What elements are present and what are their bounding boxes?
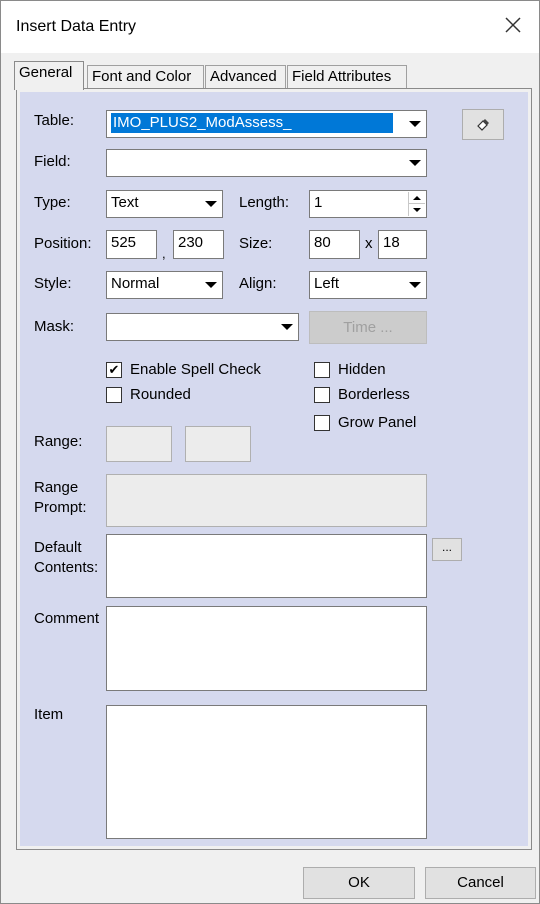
tab-field-attributes[interactable]: Field Attributes [287, 65, 407, 89]
mask-label: Mask: [34, 318, 75, 335]
cancel-button[interactable]: Cancel [425, 867, 536, 899]
align-label: Align: [239, 275, 277, 292]
rounded-checkbox[interactable] [106, 387, 122, 403]
item-list[interactable] [106, 705, 427, 839]
default-contents-label-line2: Contents: [34, 559, 99, 576]
style-label: Style: [34, 275, 72, 292]
time-button[interactable]: Time ... [309, 311, 427, 344]
range-prompt-label-line1: Range [34, 479, 79, 496]
rounded-label: Rounded [130, 386, 191, 403]
size-width-input[interactable]: 80 [309, 230, 360, 259]
position-x-input[interactable]: 525 [106, 230, 157, 259]
table-dropdown[interactable]: IMO_PLUS2_ModAssess_ [106, 110, 427, 138]
table-value: IMO_PLUS2_ModAssess_ [111, 113, 393, 133]
position-label: Position: [34, 235, 92, 252]
size-label: Size: [239, 235, 273, 252]
hidden-checkbox[interactable] [314, 362, 330, 378]
default-contents-input[interactable] [106, 534, 427, 598]
chevron-down-icon[interactable] [277, 315, 297, 339]
style-value: Normal [111, 275, 160, 292]
position-separator: , [162, 246, 166, 261]
table-browse-button[interactable] [462, 109, 504, 140]
title-bar: Insert Data Entry [1, 1, 539, 53]
range-max-input[interactable] [185, 426, 251, 462]
tab-advanced[interactable]: Advanced [205, 65, 286, 89]
position-y-input[interactable]: 230 [173, 230, 224, 259]
chevron-down-icon[interactable] [201, 273, 221, 297]
range-min-input[interactable] [106, 426, 172, 462]
type-value: Text [111, 194, 139, 211]
align-value: Left [314, 275, 340, 292]
field-label: Field: [34, 153, 71, 170]
range-prompt-label-line2: Prompt: [34, 499, 87, 516]
length-label: Length: [239, 194, 290, 211]
table-label: Table: [34, 112, 75, 129]
comment-label: Comment [34, 610, 100, 627]
insert-data-entry-dialog: Insert Data Entry General Font and Color… [0, 0, 540, 904]
spinner-icon[interactable] [408, 192, 425, 216]
spell-check-label: Enable Spell Check [130, 361, 261, 378]
borderless-label: Borderless [338, 386, 410, 403]
eraser-icon [477, 119, 489, 131]
comment-input[interactable] [106, 606, 427, 691]
tab-general[interactable]: General [14, 61, 84, 90]
size-height-input[interactable]: 18 [378, 230, 427, 259]
length-value: 1 [314, 194, 323, 211]
chevron-down-icon[interactable] [405, 273, 425, 297]
close-icon[interactable] [501, 13, 525, 37]
grow-panel-label: Grow Panel [338, 414, 417, 431]
ok-button[interactable]: OK [303, 867, 415, 899]
dialog-title: Insert Data Entry [16, 18, 137, 35]
form-area: Table: IMO_PLUS2_ModAssess_ Field: Type: [20, 92, 528, 846]
length-stepper[interactable]: 1 [309, 190, 427, 218]
style-dropdown[interactable]: Normal [106, 271, 223, 299]
type-dropdown[interactable]: Text [106, 190, 223, 218]
mask-dropdown[interactable] [106, 313, 299, 341]
size-separator: x [365, 235, 373, 252]
chevron-down-icon[interactable] [405, 112, 425, 136]
general-tab-panel: Table: IMO_PLUS2_ModAssess_ Field: Type: [16, 88, 532, 850]
range-label: Range: [34, 433, 83, 450]
default-contents-browse-button[interactable]: ... [432, 538, 462, 561]
chevron-down-icon[interactable] [201, 192, 221, 216]
align-dropdown[interactable]: Left [309, 271, 427, 299]
tab-font-and-color[interactable]: Font and Color [87, 65, 204, 89]
spell-check-checkbox[interactable]: ✔ [106, 362, 122, 378]
chevron-down-icon[interactable] [405, 151, 425, 175]
hidden-label: Hidden [338, 361, 386, 378]
range-prompt-input[interactable] [106, 474, 427, 527]
type-label: Type: [34, 194, 71, 211]
field-dropdown[interactable] [106, 149, 427, 177]
item-label: Item [34, 706, 64, 723]
default-contents-label-line1: Default [34, 539, 82, 556]
borderless-checkbox[interactable] [314, 387, 330, 403]
grow-panel-checkbox[interactable] [314, 415, 330, 431]
